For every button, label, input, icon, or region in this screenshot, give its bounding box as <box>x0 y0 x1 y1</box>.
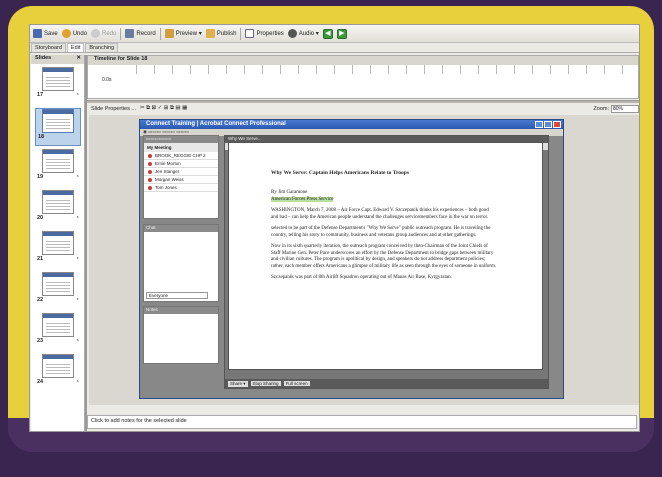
slide-preview <box>42 67 74 91</box>
timeline-time: 0.0s <box>102 77 112 83</box>
publish-icon <box>205 29 215 38</box>
audio-icon: ◔ <box>75 379 79 385</box>
edit-tools-icon[interactable]: ✂ ⧉ ⊠ ✓ ⊞ ⧉ ▤ ▦ <box>140 105 187 112</box>
connect-window: Connect Training | Acrobat Connect Profe… <box>139 119 564 399</box>
chat-target-select[interactable]: Everyone <box>146 292 208 299</box>
redo-button[interactable]: Redo <box>91 29 116 38</box>
document-paragraph: WASHINGTON, March 7, 2008 – Air Force Ca… <box>271 208 489 220</box>
document-paragraph: Szczepanik was part of 8th Airlift Squad… <box>271 275 452 280</box>
splitter[interactable] <box>85 55 87 431</box>
edit-toolbar: Slide Properties ... ✂ ⧉ ⊠ ✓ ⊞ ⧉ ▤ ▦ Zoo… <box>87 103 639 114</box>
share-button[interactable]: Share ▾ <box>228 380 248 387</box>
undo-icon <box>61 29 71 38</box>
back-arrow-icon[interactable]: ◀ <box>322 28 333 39</box>
audio-icon: ◔ <box>75 297 79 303</box>
slide-thumbnail[interactable]: 21 ◔ <box>35 231 81 269</box>
zoom-select[interactable]: 80% <box>611 104 639 113</box>
slide-preview <box>42 313 74 337</box>
maximize-icon[interactable] <box>544 121 552 128</box>
slide-preview <box>42 149 74 173</box>
slide-thumbnail[interactable]: 20 ◔ <box>35 190 81 228</box>
timeline-header: Timeline for Slide 18 <box>88 56 638 65</box>
pod-header: Notes <box>144 307 218 314</box>
slide-thumbnail-selected[interactable]: 18 <box>35 108 81 146</box>
document-headline: Why We Serve: Captain Helps Americans Re… <box>271 170 410 176</box>
preview-button[interactable]: Preview ▾ <box>164 29 202 38</box>
toolbar-divider <box>159 27 161 40</box>
stop-sharing-button[interactable]: Stop Sharing <box>250 381 281 386</box>
attendee-item[interactable]: Jen Stanger <box>144 168 218 176</box>
audio-icon: ◔ <box>75 174 79 180</box>
audio-icon: ◔ <box>75 215 79 221</box>
redo-icon <box>91 29 101 38</box>
record-icon <box>125 29 135 38</box>
slide-preview <box>42 272 74 296</box>
slide-canvas[interactable]: Connect Training | Acrobat Connect Profe… <box>89 115 639 405</box>
slide-thumbnail[interactable]: 19 ◔ <box>35 149 81 187</box>
attendee-item[interactable]: Tom Jones <box>144 184 218 192</box>
speaker-icon <box>287 29 297 38</box>
chat-pod: Chat Everyone <box>143 224 219 302</box>
preview-icon <box>164 29 174 38</box>
toolbar-divider <box>240 27 242 40</box>
main-toolbar: Save Undo Redo Record Preview ▾ Publish … <box>30 25 639 43</box>
slide-preview <box>42 109 74 133</box>
full-screen-button[interactable]: Full screen <box>283 381 310 386</box>
view-tabs: Storyboard Edit Branching <box>30 43 639 53</box>
audio-icon: ◔ <box>75 92 79 98</box>
slide-thumbnail[interactable]: 24 ◔ <box>35 354 81 392</box>
slide-thumbnail[interactable]: 23 ◔ <box>35 313 81 351</box>
document-paragraph: Now in its sixth quarterly iteration, th… <box>271 244 497 269</box>
window-controls <box>535 121 561 128</box>
slide-preview <box>42 190 74 214</box>
slide-properties-button[interactable]: Slide Properties ... <box>91 106 136 112</box>
record-button[interactable]: Record <box>125 29 156 38</box>
slides-panel-header: Slides ✕ <box>31 55 84 64</box>
attendee-item[interactable]: Ernie Morton <box>144 160 218 168</box>
close-icon[interactable]: ✕ <box>76 55 81 64</box>
tab-storyboard[interactable]: Storyboard <box>31 43 66 52</box>
slides-panel: Slides ✕ 17 ◔ 18 19 ◔ 20 ◔ 21 ◔ 22 ◔ 23 ◔ 24 ◔ <box>31 55 85 431</box>
document-service: American Forces Press Service <box>271 196 334 202</box>
save-icon <box>33 29 42 38</box>
slide-preview <box>42 231 74 255</box>
timeline-ruler[interactable] <box>136 65 638 74</box>
captivate-window: Save Undo Redo Record Preview ▾ Publish … <box>29 24 640 432</box>
properties-button[interactable]: Properties <box>245 29 284 38</box>
share-footer: Share ▾ Stop Sharing Full screen <box>225 379 548 388</box>
slide-notes-field[interactable]: Click to add notes for the selected slid… <box>87 415 637 429</box>
slide-thumbnail[interactable]: 22 ◔ <box>35 272 81 310</box>
notes-pod: Notes <box>143 306 219 364</box>
document-paragraph: selected to be part of the Defense Depar… <box>271 226 491 238</box>
pod-header: ▭▭▭▭▭▭ <box>144 136 218 143</box>
toolbar-divider <box>120 27 122 40</box>
zoom-control: Zoom: 80% <box>593 104 639 113</box>
document-byline: By Jim Garamone American Forces Press Ser… <box>271 190 334 202</box>
tab-edit[interactable]: Edit <box>66 43 85 52</box>
slide-thumbnail[interactable]: 17 ◔ <box>35 67 81 105</box>
slide-preview <box>42 354 74 378</box>
audio-button[interactable]: Audio ▾ <box>287 29 319 38</box>
window-title: Connect Training | Acrobat Connect Profe… <box>140 120 563 129</box>
undo-button[interactable]: Undo <box>61 29 87 38</box>
forward-arrow-icon[interactable]: ▶ <box>336 28 347 39</box>
pod-title: My Meeting <box>144 143 218 152</box>
audio-icon: ◔ <box>75 256 79 262</box>
pod-header: Chat <box>144 225 218 232</box>
audio-icon: ◔ <box>75 338 79 344</box>
attendee-item[interactable]: Morgan Weiss <box>144 176 218 184</box>
minimize-icon[interactable] <box>535 121 543 128</box>
properties-icon <box>245 29 255 38</box>
close-icon[interactable] <box>553 121 561 128</box>
timeline-panel: Timeline for Slide 18 0.0s <box>87 55 639 99</box>
attendee-pod: ▭▭▭▭▭▭ My Meeting BROOK_REGGIE CHP 2 Ern… <box>143 135 219 219</box>
save-button[interactable]: Save <box>33 29 58 38</box>
shared-document: Why We Serve: Captain Helps Americans Re… <box>228 142 543 370</box>
tab-branching[interactable]: Branching <box>85 43 119 52</box>
publish-button[interactable]: Publish <box>205 29 236 38</box>
attendee-item[interactable]: BROOK_REGGIE CHP 2 <box>144 152 218 160</box>
main-area: Timeline for Slide 18 0.0s Slide Propert… <box>87 55 639 409</box>
